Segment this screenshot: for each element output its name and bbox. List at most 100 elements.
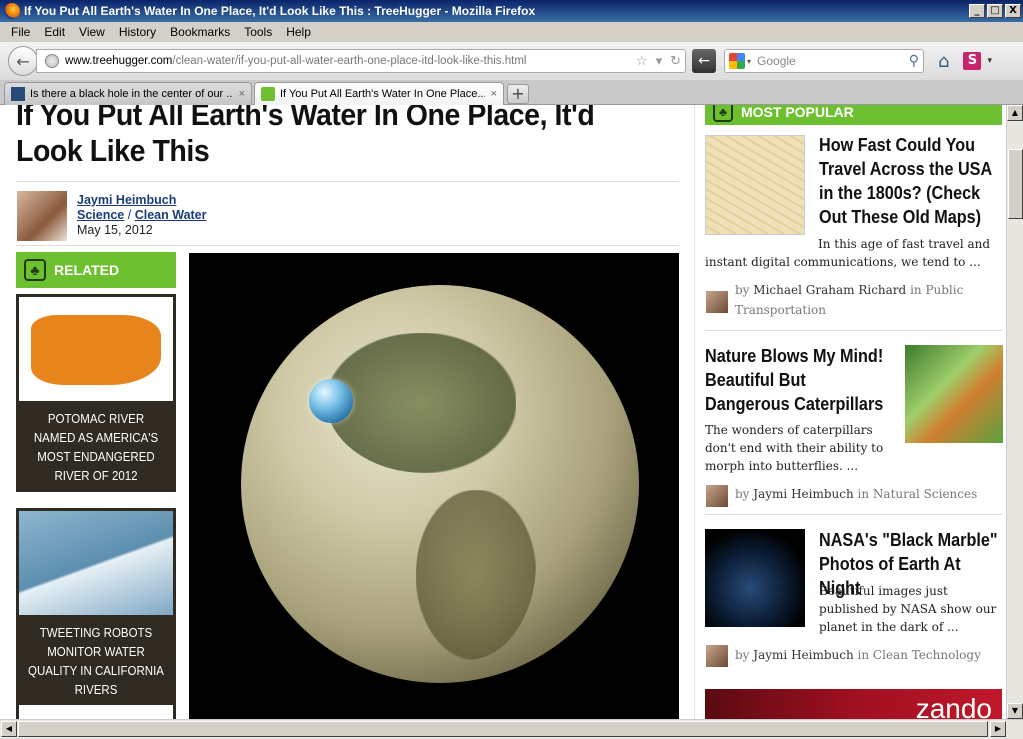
close-tab-icon[interactable]: ×: [491, 88, 497, 100]
tab-earth-water[interactable]: If You Put All Earth's Water In One Plac…: [254, 82, 504, 105]
scroll-left-icon[interactable]: ◀: [1, 721, 17, 737]
window-titlebar: If You Put All Earth's Water In One Plac…: [0, 0, 1023, 22]
menu-bookmarks[interactable]: Bookmarks: [170, 25, 230, 39]
earth-globe: [241, 285, 639, 683]
menu-view[interactable]: View: [79, 25, 105, 39]
by-label: by: [735, 648, 750, 662]
divider: [705, 514, 1002, 515]
popular-author[interactable]: Jaymi Heimbuch: [753, 648, 853, 662]
related-card-partial[interactable]: [16, 702, 176, 719]
reload-icon[interactable]: ↻: [670, 54, 681, 69]
byline: Jaymi Heimbuch Science / Clean Water May…: [77, 193, 207, 238]
related-card[interactable]: POTOMAC RIVER NAMED AS AMERICA'S MOST EN…: [16, 294, 176, 492]
menu-edit[interactable]: Edit: [44, 25, 65, 39]
scroll-down-icon[interactable]: ▼: [1007, 703, 1023, 719]
popular-desc: Beautiful images just published by NASA …: [819, 584, 997, 634]
url-path: /clean-water/if-you-put-all-water-earth-…: [172, 55, 527, 67]
ad-text: zando: [915, 693, 992, 719]
popular-byline: by Jaymi Heimbuch in Clean Technology: [735, 645, 995, 665]
scroll-right-icon[interactable]: ▶: [990, 721, 1006, 737]
popular-desc: In this age of fast travel and instant d…: [705, 237, 991, 269]
old-map-thumbnail[interactable]: [705, 135, 805, 235]
popular-author[interactable]: Jaymi Heimbuch: [753, 487, 853, 501]
maximize-button[interactable]: □: [987, 4, 1003, 18]
popular-author[interactable]: Michael Graham Richard: [753, 283, 906, 297]
url-text[interactable]: www.treehugger.com/clean-water/if-you-pu…: [65, 55, 632, 67]
author-link[interactable]: Jaymi Heimbuch: [77, 193, 176, 207]
page-content: If You Put All Earth's Water In One Plac…: [0, 105, 1006, 719]
article-image: [189, 253, 679, 719]
search-icon[interactable]: ⚲: [909, 53, 919, 69]
window-title: If You Put All Earth's Water In One Plac…: [24, 4, 536, 18]
popular-title[interactable]: How Fast Could You Travel Across the USA…: [819, 133, 1004, 229]
back-button[interactable]: ←: [8, 46, 38, 76]
divider: [705, 330, 1002, 331]
author-avatar[interactable]: [706, 291, 728, 313]
related-heading-label: RELATED: [54, 262, 120, 278]
column-divider: [694, 105, 695, 719]
tab-bar: Is there a black hole in the center of o…: [0, 80, 1023, 105]
menu-history[interactable]: History: [119, 25, 156, 39]
black-marble-thumbnail[interactable]: [705, 529, 805, 627]
home-icon[interactable]: ⌂: [938, 51, 949, 72]
url-dropdown-icon[interactable]: ▾: [656, 54, 663, 69]
caterpillar-thumbnail[interactable]: [905, 345, 1003, 443]
popular-desc: The wonders of caterpillars don't end wi…: [705, 423, 884, 473]
addon-arrow-button[interactable]: ←: [692, 49, 716, 73]
vertical-scroll-thumb[interactable]: [1008, 149, 1023, 219]
scroll-up-icon[interactable]: ▲: [1007, 105, 1023, 121]
popular-title[interactable]: Nature Blows My Mind! Beautiful But Dang…: [705, 344, 890, 416]
subcategory-link[interactable]: Clean Water: [135, 208, 207, 222]
s-addon-icon[interactable]: S: [963, 52, 982, 70]
category-separator: /: [127, 208, 132, 222]
category-link[interactable]: Science: [77, 208, 124, 222]
bookmark-star-icon[interactable]: ☆: [636, 54, 648, 69]
usa-map-shape: [31, 315, 161, 385]
horizontal-scrollbar[interactable]: ◀ ▶: [0, 719, 1023, 739]
south-america-shape: [416, 490, 536, 660]
toolbar-menu-icon[interactable]: ▾: [987, 56, 992, 66]
author-avatar[interactable]: [706, 645, 728, 667]
navigation-toolbar: ← www.treehugger.com/clean-water/if-you-…: [0, 42, 1023, 80]
related-card[interactable]: TWEETING ROBOTS MONITOR WATER QUALITY IN…: [16, 508, 176, 706]
menu-help[interactable]: Help: [286, 25, 311, 39]
menu-tools[interactable]: Tools: [244, 25, 272, 39]
article-date: May 15, 2012: [77, 223, 153, 237]
related-caption[interactable]: TWEETING ROBOTS MONITOR WATER QUALITY IN…: [22, 618, 169, 706]
author-avatar[interactable]: [17, 191, 67, 241]
popular-byline: by Michael Graham Richard in Public Tran…: [735, 280, 995, 320]
tree-icon: ♣: [24, 259, 46, 281]
author-avatar[interactable]: [706, 485, 728, 507]
minimize-button[interactable]: _: [969, 4, 985, 18]
related-thumbnail[interactable]: [19, 511, 173, 615]
divider: [16, 181, 679, 182]
horizontal-scroll-thumb[interactable]: [18, 721, 988, 737]
north-america-shape: [326, 333, 516, 473]
popular-byline: by Jaymi Heimbuch in Natural Sciences: [735, 484, 995, 504]
close-tab-icon[interactable]: ×: [239, 88, 245, 100]
vertical-scrollbar[interactable]: ▲ ▼: [1006, 105, 1023, 719]
menu-bar: File Edit View History Bookmarks Tools H…: [0, 22, 1023, 42]
url-bar[interactable]: www.treehugger.com/clean-water/if-you-pu…: [36, 49, 686, 73]
treehugger-favicon-icon: [261, 87, 275, 101]
search-input[interactable]: Google: [757, 54, 909, 68]
search-engine-dropdown-icon[interactable]: ▾: [747, 57, 751, 66]
close-window-button[interactable]: X: [1005, 4, 1021, 18]
divider: [16, 245, 679, 246]
google-icon[interactable]: [729, 53, 745, 69]
globe-icon: [45, 54, 59, 68]
related-heading: ♣ RELATED: [16, 252, 176, 288]
tab-favicon-icon: [11, 87, 25, 101]
related-thumbnail[interactable]: [19, 297, 173, 401]
water-sphere: [309, 379, 353, 423]
zando-ad-banner[interactable]: zando: [705, 689, 1002, 719]
popular-category[interactable]: in Clean Technology: [858, 648, 981, 662]
new-tab-button[interactable]: +: [507, 84, 529, 104]
related-caption[interactable]: POTOMAC RIVER NAMED AS AMERICA'S MOST EN…: [22, 404, 169, 492]
tab-black-hole[interactable]: Is there a black hole in the center of o…: [4, 82, 252, 105]
search-box[interactable]: ▾ Google ⚲: [724, 49, 924, 73]
popular-category[interactable]: in Natural Sciences: [858, 487, 978, 501]
menu-file[interactable]: File: [11, 25, 30, 39]
by-label: by: [735, 283, 750, 297]
article-headline: If You Put All Earth's Water In One Plac…: [16, 105, 595, 168]
